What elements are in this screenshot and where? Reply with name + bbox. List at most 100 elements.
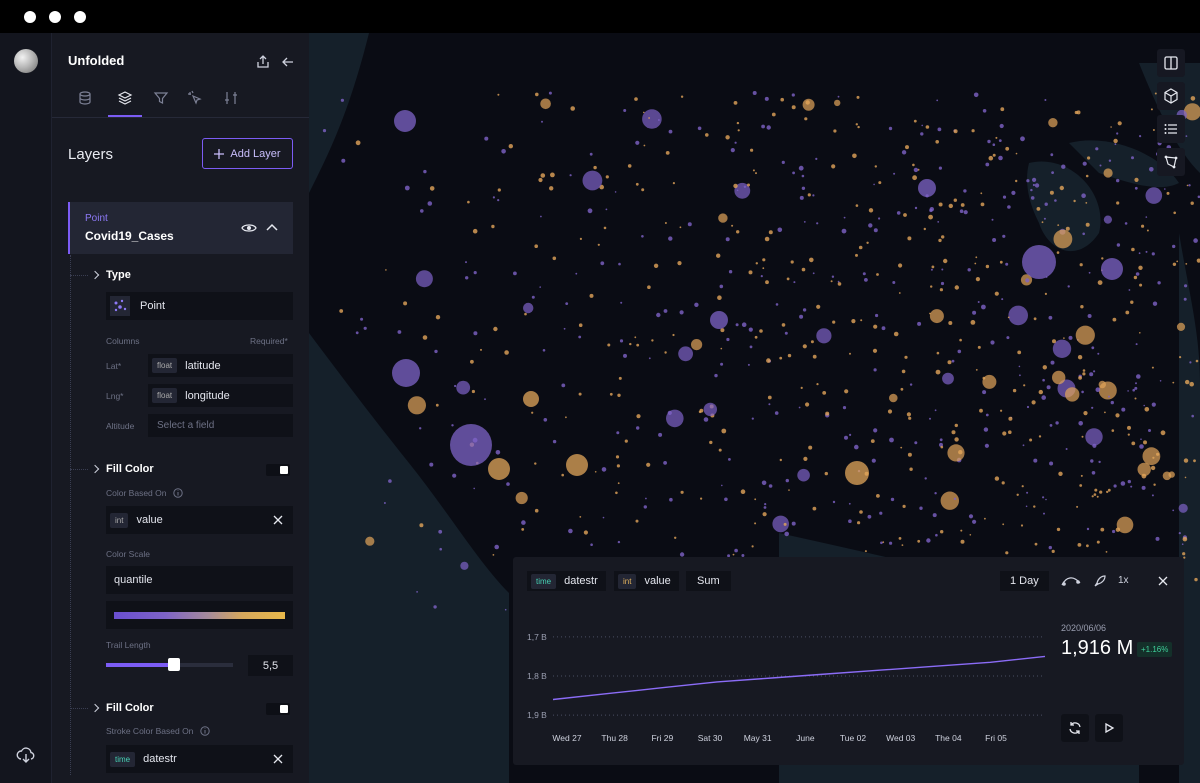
reset-button[interactable] — [1061, 714, 1089, 742]
map-point — [898, 292, 901, 294]
trail-mode-icon[interactable] — [1061, 574, 1081, 588]
lat-field-select[interactable]: float latitude — [148, 354, 293, 377]
map-point — [1005, 146, 1010, 151]
info-icon[interactable] — [200, 726, 210, 736]
map-point — [793, 281, 796, 284]
map-point — [1000, 409, 1003, 412]
map-point — [991, 218, 994, 221]
map-point — [912, 175, 917, 181]
map-point — [664, 222, 667, 224]
add-layer-button[interactable]: Add Layer — [202, 138, 293, 169]
map-point — [816, 304, 821, 309]
avatar[interactable] — [14, 49, 38, 73]
map-point — [642, 109, 662, 129]
map-point — [1032, 183, 1035, 187]
color-range-swatch — [114, 611, 285, 619]
stroke-field-select[interactable]: time datestr — [106, 745, 293, 773]
map-point — [1176, 322, 1186, 331]
tab-layers[interactable] — [108, 85, 142, 117]
map-point — [473, 331, 478, 336]
aggregation-select[interactable]: Sum — [686, 571, 731, 591]
split-map-button[interactable] — [1157, 49, 1185, 77]
close-window-dot[interactable] — [24, 11, 36, 23]
map-point — [419, 523, 424, 528]
tab-data[interactable] — [68, 85, 102, 117]
map-point — [1139, 444, 1144, 449]
speed-select[interactable]: 1x — [1118, 575, 1129, 586]
map-point — [549, 186, 554, 191]
x-tick-label: Sat 30 — [698, 733, 723, 743]
color-range-select[interactable] — [106, 601, 293, 629]
fill-color-toggle[interactable] — [266, 464, 290, 476]
slider-handle[interactable] — [168, 658, 180, 671]
clear-icon[interactable] — [273, 515, 283, 525]
map-point — [787, 353, 792, 358]
map-point — [977, 301, 980, 303]
map-point — [636, 414, 641, 419]
map-point — [960, 529, 963, 532]
chevron-up-icon[interactable] — [265, 220, 279, 234]
map-point — [1153, 483, 1156, 486]
fill-color-title: Fill Color — [106, 463, 154, 475]
stroke-color-toggle[interactable] — [266, 703, 290, 715]
type-group-header[interactable]: Type — [90, 269, 131, 281]
tab-map-settings[interactable] — [214, 85, 248, 117]
map-point — [812, 506, 817, 511]
map-point — [497, 199, 500, 202]
eye-icon[interactable] — [241, 220, 257, 236]
lng-field-select[interactable]: float longitude — [148, 384, 293, 407]
info-icon[interactable] — [173, 488, 183, 498]
map-point — [798, 406, 801, 409]
tab-filters[interactable] — [144, 85, 178, 117]
trail-length-slider[interactable] — [106, 658, 233, 671]
map-point — [1079, 263, 1083, 267]
map-point — [816, 383, 819, 386]
map-point — [984, 443, 990, 448]
map-point — [1166, 191, 1170, 195]
minimize-window-dot[interactable] — [49, 11, 61, 23]
cloud-download-icon[interactable] — [16, 745, 36, 765]
map-point — [1017, 350, 1022, 355]
play-button[interactable] — [1095, 714, 1123, 742]
stroke-color-group-header[interactable]: Fill Color — [90, 702, 154, 714]
map-point — [851, 319, 856, 324]
map-point — [593, 165, 597, 170]
share-icon[interactable] — [256, 55, 270, 69]
map-point — [1144, 407, 1150, 412]
clear-icon[interactable] — [273, 754, 283, 764]
map-point — [925, 125, 930, 129]
rocket-icon[interactable] — [1093, 574, 1107, 588]
layer-type-select[interactable]: Point — [106, 292, 293, 320]
layer-card[interactable]: Point Covid19_Cases — [68, 202, 293, 254]
map-point — [1099, 164, 1102, 167]
map-point — [1128, 289, 1131, 291]
interval-select[interactable]: 1 Day — [1000, 571, 1049, 591]
map-point — [1080, 305, 1084, 309]
color-field-select[interactable]: int value — [106, 506, 293, 534]
altitude-field-select[interactable]: Select a field — [148, 414, 293, 437]
map-point — [1120, 481, 1126, 486]
timeline-chart[interactable]: 1,9 B 1,8 B 1,7 B Wed 27 Thu 28 Fri 29 Sat 30 M… — [513, 613, 1053, 753]
color-scale-select[interactable]: quantile — [106, 566, 293, 594]
close-icon[interactable] — [1158, 576, 1168, 586]
time-field-select[interactable]: time datestr — [527, 571, 606, 591]
map-point — [1096, 540, 1100, 544]
draw-polygon-button[interactable] — [1157, 148, 1185, 176]
fill-color-group-header[interactable]: Fill Color — [90, 463, 154, 475]
map-point — [864, 550, 867, 553]
map-point — [629, 342, 632, 346]
map-point — [1095, 147, 1099, 151]
tab-interactions[interactable] — [178, 85, 212, 117]
map-point — [1139, 135, 1142, 138]
map-point — [1185, 263, 1188, 265]
map-point — [636, 343, 640, 347]
3d-view-button[interactable] — [1157, 82, 1185, 110]
map-point — [764, 503, 767, 506]
map-point — [1114, 143, 1117, 146]
legend-button[interactable] — [1157, 115, 1185, 143]
trail-length-input[interactable]: 5,5 — [248, 655, 293, 676]
value-field-select[interactable]: int value — [614, 571, 679, 591]
collapse-panel-icon[interactable] — [281, 55, 295, 69]
maximize-window-dot[interactable] — [74, 11, 86, 23]
map-point — [878, 217, 881, 220]
